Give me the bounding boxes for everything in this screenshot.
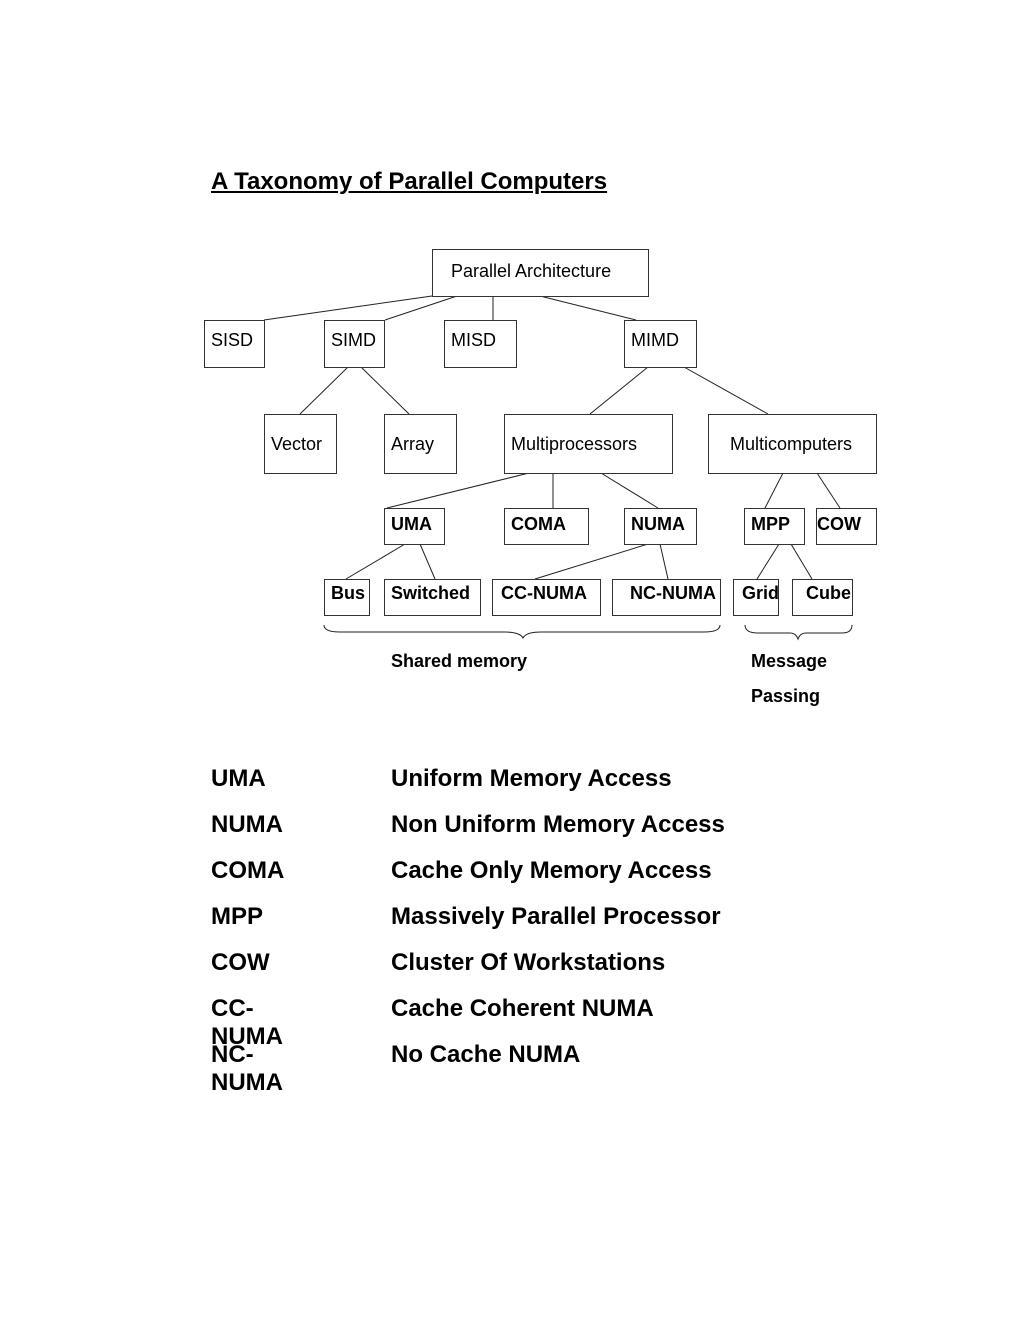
edge-root-simd [384, 295, 458, 321]
message-passing-label-line2: Passing [751, 686, 821, 706]
edge-numa-ncnuma [659, 543, 669, 580]
node-multicomputers: Multicomputers [708, 414, 877, 474]
node-cow: COW [816, 508, 877, 545]
edge-mpp-cube [790, 543, 813, 580]
edge-uma-bus [345, 543, 406, 580]
edge-numa-ccnuma [534, 543, 649, 580]
node-coma: COMA [504, 508, 589, 545]
node-vector: Vector [264, 414, 337, 474]
edge-mp-numa [600, 472, 659, 509]
edge-uma-switched [419, 543, 436, 580]
shared-memory-label: Shared memory [391, 651, 528, 671]
edge-mimd-multiprocessors [589, 366, 649, 415]
edge-simd-array [360, 366, 410, 415]
node-cc-numa: CC-NUMA [492, 579, 601, 616]
node-numa: NUMA [624, 508, 697, 545]
node-sisd: SISD [204, 320, 265, 368]
edge-mimd-multicomputers [683, 366, 769, 415]
edge-mp-uma [386, 472, 530, 509]
node-array: Array [384, 414, 457, 474]
node-switched: Switched [384, 579, 481, 616]
node-mimd: MIMD [624, 320, 697, 368]
message-passing-brace [744, 624, 853, 641]
node-multiprocessors: Multiprocessors [504, 414, 673, 474]
node-nc-numa: NC-NUMA [612, 579, 721, 616]
edge-mc-cow [816, 472, 841, 509]
edge-mpp-grid [756, 543, 780, 580]
edge-simd-vector [299, 366, 349, 415]
edge-mc-mpp [764, 472, 784, 509]
node-bus: Bus [324, 579, 370, 616]
message-passing-label-line1: Message [751, 651, 828, 671]
edge-root-sisd [263, 295, 433, 321]
edge-root-mimd [539, 295, 637, 321]
node-misd: MISD [444, 320, 517, 368]
node-uma: UMA [384, 508, 445, 545]
node-parallel-architecture: Parallel Architecture [432, 249, 649, 297]
node-cube: Cube [792, 579, 853, 616]
node-simd: SIMD [324, 320, 385, 368]
node-mpp: MPP [744, 508, 805, 545]
shared-memory-brace [323, 624, 721, 640]
node-grid: Grid [733, 579, 779, 616]
